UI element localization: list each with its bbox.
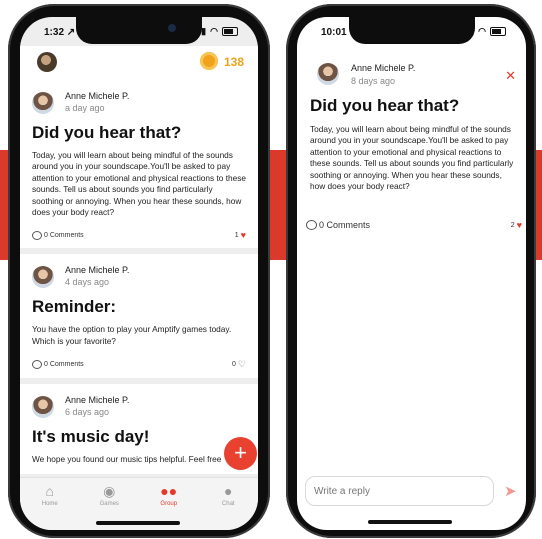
home-icon: ⌂ xyxy=(45,483,54,499)
post-title: Reminder: xyxy=(32,297,117,317)
post-author: Anne Michele P. xyxy=(65,91,130,101)
comment-bubble-icon xyxy=(32,230,42,240)
post-footer: 0 Comments 1 ♥ xyxy=(32,230,246,240)
avatar xyxy=(32,92,54,114)
feed-screen: 1:32 ↗ ▮▮▮ ◠ 138 Anne Michele P. a day a… xyxy=(20,17,258,530)
post-author-row: Anne Michele P. 4 days ago xyxy=(32,264,246,289)
wifi-icon: ◠ xyxy=(210,26,219,36)
comments-link[interactable]: 0 Comments xyxy=(32,360,84,370)
post-card[interactable]: Anne Michele P. 4 days ago Reminder: You… xyxy=(20,254,258,379)
like-count: 1 xyxy=(234,231,239,239)
gamepad-icon: ◉ xyxy=(103,483,116,499)
phone-notch xyxy=(76,17,202,44)
phone-frame-detail: 10:01 ↗ ▮▮▮ ◠ Anne Michele P. 8 days ago… xyxy=(286,4,536,538)
group-icon: ●● xyxy=(160,483,178,499)
tab-label: Group xyxy=(160,501,178,507)
comments-count: 0 Comments xyxy=(44,231,84,239)
status-time: 1:32 ↗ xyxy=(44,27,76,38)
heart-filled-icon: ♥ xyxy=(516,220,522,230)
post-author-row: Anne Michele P. 6 days ago xyxy=(32,394,246,419)
battery-icon xyxy=(490,27,506,36)
like-count: 2 xyxy=(510,221,515,229)
close-icon[interactable]: ✕ xyxy=(505,68,516,84)
plus-icon: + xyxy=(234,440,247,465)
avatar xyxy=(32,396,54,419)
phone-notch xyxy=(349,17,475,44)
reply-input[interactable] xyxy=(305,476,494,506)
tab-label: Chat xyxy=(221,501,235,507)
post-author: Anne Michele P. xyxy=(65,265,130,276)
post-author: Anne Michele P. xyxy=(351,63,416,73)
tab-chat[interactable]: ● Chat xyxy=(199,478,259,530)
post-detail-screen: 10:01 ↗ ▮▮▮ ◠ Anne Michele P. 8 days ago… xyxy=(297,17,526,530)
post-footer: 0 Comments 0 ♡ xyxy=(32,359,246,370)
like-button[interactable]: 2 ♥ xyxy=(511,220,522,230)
camera-icon xyxy=(168,24,176,32)
post-title: Did you hear that? xyxy=(32,123,182,142)
add-post-button[interactable]: + xyxy=(224,437,257,470)
like-button[interactable]: 1 ♥ xyxy=(235,230,246,240)
post-card[interactable]: Anne Michele P. 6 days ago It's music da… xyxy=(20,384,258,474)
post-author: Anne Michele P. xyxy=(65,395,130,406)
comments-count: 0 Comments xyxy=(44,361,84,369)
like-button[interactable]: 0 ♡ xyxy=(232,359,246,370)
avatar xyxy=(317,63,339,85)
send-icon[interactable]: ➤ xyxy=(504,482,517,500)
post-time: a day ago xyxy=(65,103,105,113)
home-indicator xyxy=(96,521,180,525)
comments-link[interactable]: 0 Comments xyxy=(306,220,370,230)
battery-icon xyxy=(222,27,238,36)
post-author-row: Anne Michele P. a day ago xyxy=(32,90,246,114)
post-time: 6 days ago xyxy=(65,407,110,418)
coin-icon[interactable] xyxy=(200,52,218,70)
tab-bar: ⌂ Home ◉ Games ●● Group ● Chat xyxy=(20,477,258,530)
comment-bubble-icon xyxy=(32,360,42,370)
post-time: 8 days ago xyxy=(351,76,396,86)
like-count: 0 xyxy=(232,361,236,369)
post-body: Today, you will learn about being mindfu… xyxy=(310,124,514,192)
heart-outline-icon: ♡ xyxy=(237,359,246,370)
profile-avatar[interactable] xyxy=(37,52,57,72)
post-body: We hope you found our music tips helpful… xyxy=(32,454,222,465)
phone-frame-feed: 1:32 ↗ ▮▮▮ ◠ 138 Anne Michele P. a day a… xyxy=(8,4,270,538)
comments-link[interactable]: 0 Comments xyxy=(32,230,84,240)
post-footer: 0 Comments 2 ♥ xyxy=(306,220,522,230)
feed-topbar: 138 xyxy=(20,46,258,80)
post-body: You have the option to play your Amptify… xyxy=(32,324,232,346)
post-body: Today, you will learn about being mindfu… xyxy=(32,150,247,218)
post-feed: Anne Michele P. a day ago Did you hear t… xyxy=(20,80,258,480)
post-title: Did you hear that? xyxy=(310,96,460,115)
tab-label: Home xyxy=(41,501,58,507)
tab-home[interactable]: ⌂ Home xyxy=(20,478,80,530)
comments-count: 0 Comments xyxy=(319,220,371,230)
chat-icon: ● xyxy=(224,483,233,499)
post-time: 4 days ago xyxy=(65,277,110,288)
comment-bubble-icon xyxy=(306,220,317,230)
coin-count: 138 xyxy=(223,55,244,69)
tab-label: Games xyxy=(99,501,119,507)
avatar xyxy=(32,266,54,289)
wifi-icon: ◠ xyxy=(478,26,487,36)
post-card[interactable]: Anne Michele P. a day ago Did you hear t… xyxy=(20,80,258,249)
post-title: It's music day! xyxy=(32,427,150,447)
home-indicator xyxy=(368,520,452,524)
heart-filled-icon: ♥ xyxy=(240,230,246,241)
